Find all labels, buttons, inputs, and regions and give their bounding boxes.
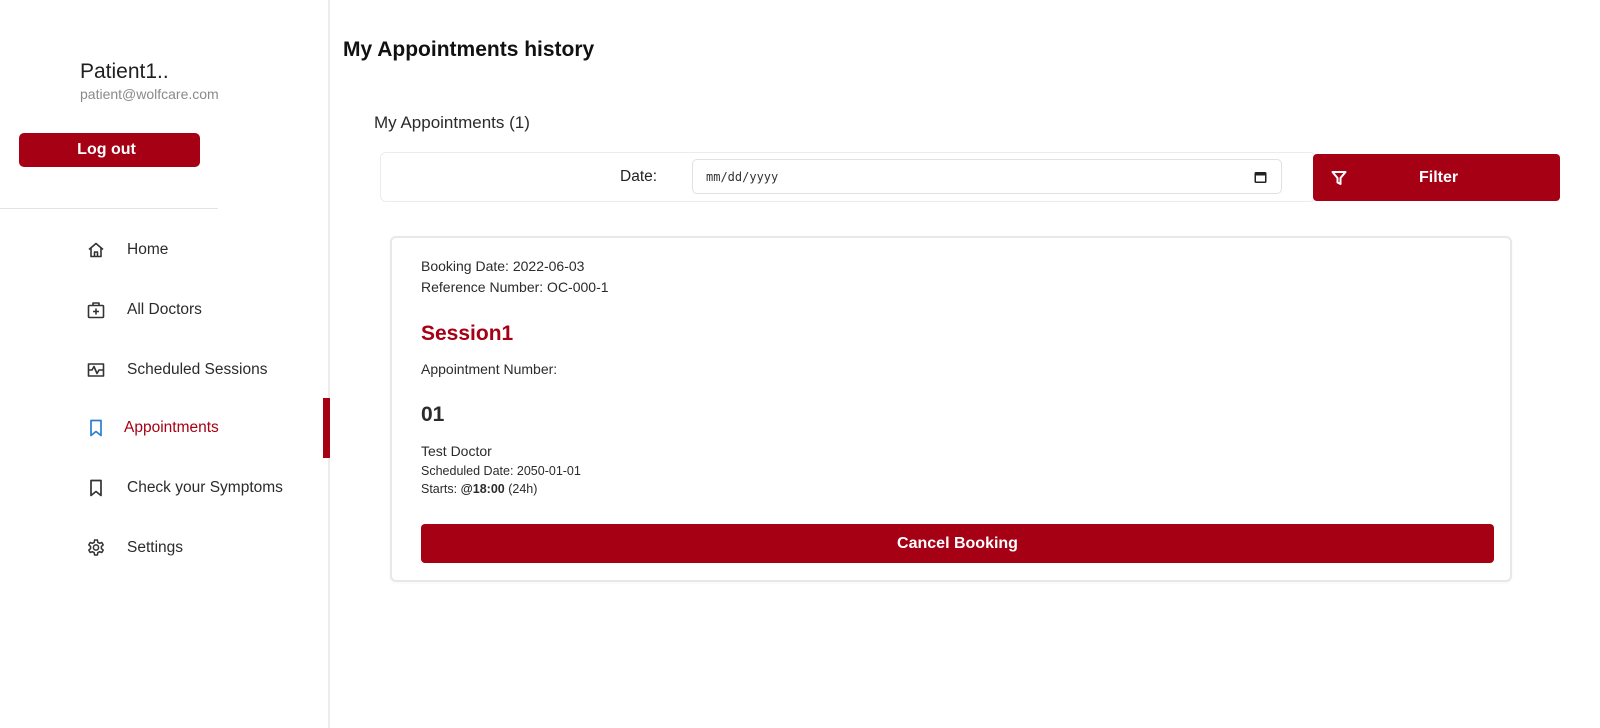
sidebar-item-home[interactable]: Home xyxy=(0,220,330,280)
sidebar-item-appointments[interactable]: Appointments xyxy=(0,398,330,458)
logout-button[interactable]: Log out xyxy=(19,133,200,167)
date-field[interactable]: mm/dd/yyyy xyxy=(692,159,1282,194)
sidebar-item-check-symptoms[interactable]: Check your Symptoms xyxy=(0,458,330,518)
sidebar-item-label: Home xyxy=(127,241,169,258)
sidebar-divider xyxy=(0,208,218,209)
appointment-number: 01 xyxy=(421,403,445,426)
app-root: Patient1.. patient@wolfcare.com Log out … xyxy=(0,0,1600,728)
doctor-name: Test Doctor xyxy=(421,443,492,459)
sidebar-item-scheduled-sessions[interactable]: Scheduled Sessions xyxy=(0,340,330,400)
reference-number: Reference Number: OC-000-1 xyxy=(421,279,609,295)
filter-button[interactable]: Filter xyxy=(1313,154,1560,201)
booking-date: Booking Date: 2022-06-03 xyxy=(421,258,585,274)
home-icon xyxy=(86,240,106,260)
start-time-suffix: (24h) xyxy=(504,482,538,496)
sidebar-item-label: All Doctors xyxy=(127,301,202,318)
medical-kit-icon xyxy=(86,300,106,320)
start-time: Starts: @18:00 (24h) xyxy=(421,482,537,496)
sidebar-item-settings[interactable]: Settings xyxy=(0,518,330,578)
profile-name: Patient1.. xyxy=(80,60,169,83)
sidebar-item-label: Settings xyxy=(127,539,184,556)
bookmark-icon xyxy=(86,478,106,498)
sidebar-item-label: Check your Symptoms xyxy=(127,479,283,496)
cancel-booking-button[interactable]: Cancel Booking xyxy=(421,524,1494,563)
date-placeholder: mm/dd/yyyy xyxy=(706,169,779,184)
schedule-icon xyxy=(86,360,106,380)
sidebar-item-label: Scheduled Sessions xyxy=(127,361,268,378)
appointment-number-label: Appointment Number: xyxy=(421,361,558,377)
bookmark-icon xyxy=(86,418,106,438)
start-time-value: @18:00 xyxy=(460,482,505,496)
start-time-prefix: Starts: xyxy=(421,482,461,496)
filter-button-label: Filter xyxy=(1419,168,1459,186)
sidebar-item-all-doctors[interactable]: All Doctors xyxy=(0,280,330,340)
appointment-card: Booking Date: 2022-06-03 Reference Numbe… xyxy=(390,236,1512,582)
sidebar-item-label: Appointments xyxy=(124,419,219,436)
page-title: My Appointments history xyxy=(343,38,595,61)
gear-icon xyxy=(86,538,106,558)
active-indicator xyxy=(323,398,330,458)
scheduled-date: Scheduled Date: 2050-01-01 xyxy=(421,464,581,478)
appointments-count: My Appointments (1) xyxy=(374,113,530,132)
profile-email: patient@wolfcare.com xyxy=(80,86,219,102)
date-label: Date: xyxy=(620,168,658,185)
calendar-icon[interactable] xyxy=(1254,170,1267,183)
sidebar: Patient1.. patient@wolfcare.com Log out … xyxy=(0,0,330,728)
filter-icon xyxy=(1331,170,1347,185)
session-title: Session1 xyxy=(421,322,514,345)
